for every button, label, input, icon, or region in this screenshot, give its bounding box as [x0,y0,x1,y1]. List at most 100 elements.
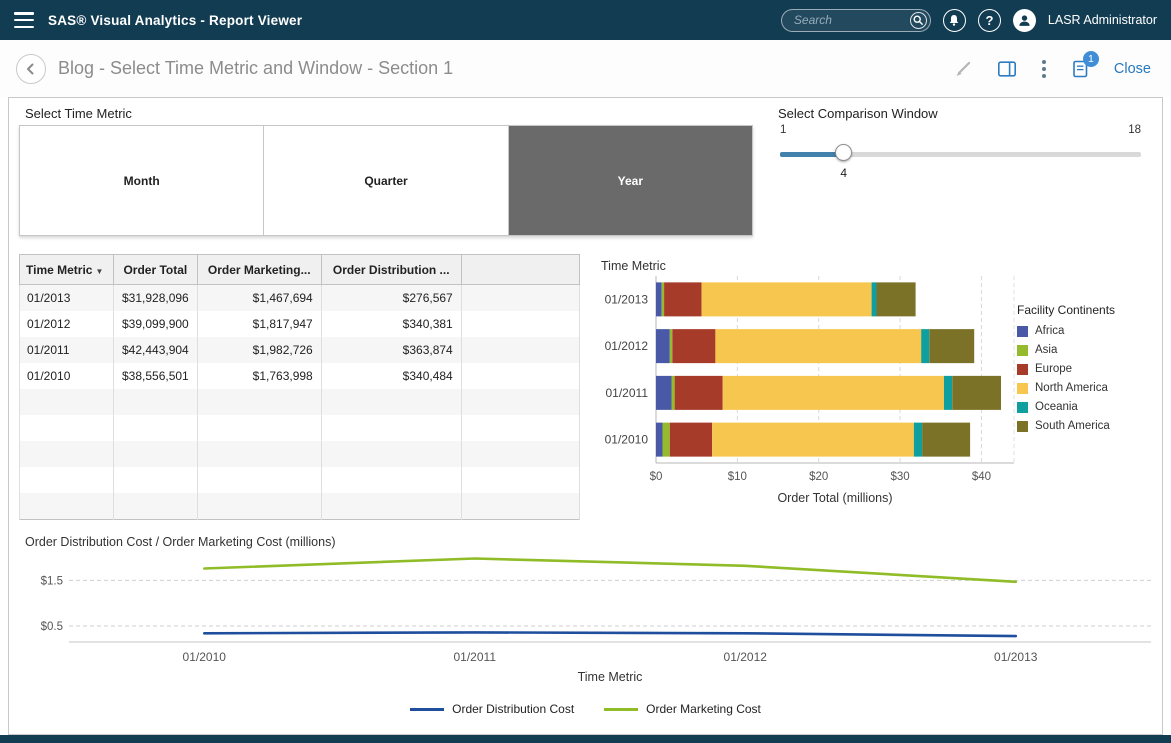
legend-item-order-distribution-cost: Order Distribution Cost [410,702,574,716]
app-window: SAS® Visual Analytics - Report Viewer [0,0,1171,743]
comparison-window-label: Select Comparison Window [778,106,938,121]
top-bar: SAS® Visual Analytics - Report Viewer [0,0,1171,40]
data-table[interactable]: Time Metric▼Order TotalOrder Marketing..… [19,254,580,520]
table-empty-row [20,493,580,520]
table-row[interactable]: 01/2012$39,099,900$1,817,947$340,381 [20,311,580,337]
menu-icon[interactable] [14,12,34,28]
column-header[interactable]: Order Marketing... [197,255,321,285]
bar-segment-europe[interactable] [675,376,723,410]
legend-line-swatch-icon [410,708,444,711]
bar-segment-north-america[interactable] [715,329,921,363]
user-name: LASR Administrator [1048,13,1157,27]
time-metric-label: Select Time Metric [25,106,132,121]
legend-item-asia: Asia [1017,344,1167,356]
bar-segment-oceania[interactable] [914,423,922,457]
bar-segment-south-america[interactable] [877,282,916,316]
more-options-icon[interactable] [1041,59,1047,79]
bar-segment-north-america[interactable] [723,376,944,410]
bar-segment-europe[interactable] [670,423,712,457]
column-header[interactable]: Time Metric▼ [20,255,114,285]
legend-swatch-icon [1017,364,1028,375]
time-metric-button-quarter[interactable]: Quarter [264,126,508,235]
svg-text:01/2010: 01/2010 [605,433,649,447]
search-input[interactable] [792,12,910,28]
comparison-window-slider[interactable]: 1 18 4 [780,124,1141,184]
table-empty-row [20,389,580,415]
legend-swatch-icon [1017,326,1028,337]
svg-text:$30: $30 [890,471,909,483]
bar-segment-oceania[interactable] [921,329,929,363]
column-header[interactable]: Order Distribution ... [321,255,461,285]
bar-segment-north-america[interactable] [712,423,914,457]
table-row[interactable]: 01/2011$42,443,904$1,982,726$363,874 [20,337,580,363]
bar-segment-asia[interactable] [663,423,670,457]
table-row[interactable]: 01/2013$31,928,096$1,467,694$276,567 [20,285,580,312]
time-metric-button-month[interactable]: Month [20,126,264,235]
search-box[interactable] [781,9,931,32]
bar-chart-legend: Facility Continents Africa Asia Europe North… [1017,303,1167,439]
help-icon[interactable]: ? [978,9,1001,32]
svg-text:Order Distribution Cost / Orde: Order Distribution Cost / Order Marketin… [25,535,336,549]
app-title: SAS® Visual Analytics - Report Viewer [48,13,302,28]
legend-swatch-icon [1017,383,1028,394]
line-chart-legend: Order Distribution Cost Order Marketing C… [9,702,1162,716]
panel-toggle-icon[interactable] [997,59,1017,79]
slider-handle[interactable] [835,144,852,161]
notifications-icon[interactable] [943,9,966,32]
svg-text:$0: $0 [650,471,663,483]
time-metric-button-year[interactable]: Year [509,126,752,235]
svg-text:01/2011: 01/2011 [606,386,649,400]
bar-legend-title: Facility Continents [1017,303,1167,317]
user-avatar-icon[interactable] [1013,9,1036,32]
search-icon[interactable] [910,12,927,29]
bar-segment-africa[interactable] [656,423,663,457]
report-toolbar: Blog - Select Time Metric and Window - S… [0,40,1171,97]
bar-segment-north-america[interactable] [702,282,872,316]
bar-segment-oceania[interactable] [872,282,877,316]
bar-segment-south-america[interactable] [922,423,970,457]
wand-icon[interactable] [954,59,973,78]
svg-text:$0.5: $0.5 [41,621,63,633]
bar-segment-africa[interactable] [656,376,672,410]
slider-track[interactable] [780,152,1141,157]
report-title: Blog - Select Time Metric and Window - S… [58,58,453,79]
line-series-order-marketing-cost[interactable] [204,559,1016,582]
bar-segment-south-america[interactable] [929,329,974,363]
legend-item-south-america: South America [1017,420,1167,432]
column-header[interactable]: Order Total [114,255,198,285]
line-series-order-distribution-cost[interactable] [204,632,1016,636]
legend-line-swatch-icon [604,708,638,711]
legend-item-europe: Europe [1017,363,1167,375]
slider-max-label: 18 [1128,124,1141,136]
bar-segment-africa[interactable] [656,282,662,316]
sort-arrow-icon: ▼ [95,267,103,276]
svg-text:01/2010: 01/2010 [183,650,227,664]
svg-text:Order Total (millions): Order Total (millions) [777,491,892,505]
svg-text:01/2012: 01/2012 [724,650,768,664]
bottom-bar [0,735,1171,743]
svg-text:Time Metric: Time Metric [601,259,666,273]
comments-icon[interactable]: 1 [1071,59,1090,79]
bar-segment-africa[interactable] [656,329,670,363]
bar-segment-asia[interactable] [672,376,675,410]
table-row[interactable]: 01/2010$38,556,501$1,763,998$340,484 [20,363,580,389]
slider-min-label: 1 [780,124,786,136]
legend-item-oceania: Oceania [1017,401,1167,413]
time-metric-button-bar: MonthQuarterYear [19,125,753,236]
bar-segment-south-america[interactable] [952,376,1001,410]
svg-text:01/2013: 01/2013 [994,650,1038,664]
back-button[interactable] [16,54,46,84]
table-empty-row [20,467,580,493]
line-chart[interactable]: Order Distribution Cost / Order Marketin… [19,534,1159,686]
close-button[interactable]: Close [1114,61,1151,77]
legend-item-africa: Africa [1017,325,1167,337]
bar-segment-oceania[interactable] [944,376,952,410]
bar-segment-europe[interactable] [672,329,715,363]
comment-count-badge: 1 [1083,51,1099,67]
legend-item-order-marketing-cost: Order Marketing Cost [604,702,761,716]
bar-segment-asia[interactable] [662,282,664,316]
legend-item-north-america: North America [1017,382,1167,394]
column-header[interactable] [461,255,579,285]
bar-segment-asia[interactable] [670,329,672,363]
bar-segment-europe[interactable] [664,282,701,316]
